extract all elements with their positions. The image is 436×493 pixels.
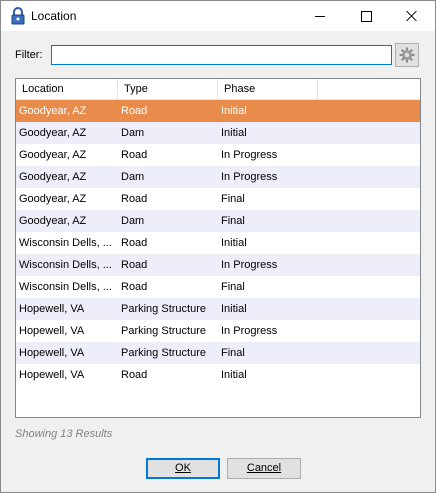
- cell-phase: Final: [221, 193, 245, 205]
- table-row[interactable]: Hopewell, VA Road Initial: [16, 364, 420, 386]
- table-row[interactable]: Goodyear, AZ Road Initial: [16, 100, 420, 122]
- cell-location: Goodyear, AZ: [19, 193, 87, 205]
- cell-type: Road: [121, 369, 148, 381]
- table-row[interactable]: Goodyear, AZ Road In Progress: [16, 144, 420, 166]
- title-bar: Location: [1, 1, 435, 31]
- ok-label: OK: [175, 462, 191, 474]
- cell-type: Parking Structure: [121, 325, 206, 337]
- location-list[interactable]: Location Type Phase Goodyear, AZ Road In…: [15, 78, 421, 418]
- cell-phase: Initial: [221, 303, 247, 315]
- cell-location: Goodyear, AZ: [19, 127, 87, 139]
- close-button[interactable]: [389, 1, 435, 31]
- cell-phase: Final: [221, 215, 245, 227]
- cell-type: Parking Structure: [121, 347, 206, 359]
- cell-location: Goodyear, AZ: [19, 149, 87, 161]
- cell-location: Hopewell, VA: [19, 369, 85, 381]
- cell-type: Road: [121, 237, 148, 249]
- location-dialog: Location Filter: Location Type Phase Goo…: [0, 0, 436, 493]
- cell-location: Goodyear, AZ: [19, 105, 87, 117]
- filter-input[interactable]: [51, 45, 392, 65]
- results-count: Showing 13 Results: [15, 428, 113, 440]
- cell-location: Wisconsin Dells, ...: [19, 259, 112, 271]
- cell-location: Hopewell, VA: [19, 325, 85, 337]
- cell-phase: Initial: [221, 237, 247, 249]
- window-title: Location: [31, 9, 77, 23]
- cell-type: Road: [121, 193, 148, 205]
- close-icon: [406, 10, 418, 22]
- gear-icon: [399, 47, 415, 63]
- cell-phase: Initial: [221, 127, 247, 139]
- table-row[interactable]: Wisconsin Dells, ... Road Final: [16, 276, 420, 298]
- maximize-icon: [360, 10, 372, 22]
- cell-type: Dam: [121, 171, 145, 183]
- cell-location: Wisconsin Dells, ...: [19, 281, 112, 293]
- table-row[interactable]: Goodyear, AZ Dam Initial: [16, 122, 420, 144]
- lock-icon: [11, 7, 25, 25]
- filter-label: Filter:: [15, 49, 43, 61]
- cell-phase: In Progress: [221, 149, 278, 161]
- cell-phase: Final: [221, 281, 245, 293]
- list-header: Location Type Phase: [16, 79, 420, 100]
- ok-button[interactable]: OK: [146, 458, 220, 479]
- table-row[interactable]: Hopewell, VA Parking Structure In Progre…: [16, 320, 420, 342]
- cell-phase: Initial: [221, 369, 247, 381]
- cancel-button[interactable]: Cancel: [227, 458, 301, 479]
- column-header-phase[interactable]: Phase: [218, 79, 318, 99]
- cell-location: Goodyear, AZ: [19, 171, 87, 183]
- table-row[interactable]: Goodyear, AZ Dam In Progress: [16, 166, 420, 188]
- table-row[interactable]: Hopewell, VA Parking Structure Initial: [16, 298, 420, 320]
- minimize-button[interactable]: [297, 1, 343, 31]
- minimize-icon: [315, 15, 325, 17]
- cell-location: Goodyear, AZ: [19, 215, 87, 227]
- cell-type: Dam: [121, 215, 145, 227]
- list-rows: Goodyear, AZ Road Initial Goodyear, AZ D…: [16, 100, 420, 386]
- cell-type: Road: [121, 105, 148, 117]
- cell-type: Parking Structure: [121, 303, 206, 315]
- column-header-location[interactable]: Location: [16, 79, 118, 99]
- cancel-label: Cancel: [246, 462, 282, 474]
- cell-location: Hopewell, VA: [19, 303, 85, 315]
- cell-phase: In Progress: [221, 171, 278, 183]
- cell-type: Road: [121, 281, 148, 293]
- maximize-button[interactable]: [343, 1, 389, 31]
- cell-phase: In Progress: [221, 259, 278, 271]
- filter-settings-button[interactable]: [395, 43, 419, 67]
- cell-type: Road: [121, 149, 148, 161]
- table-row[interactable]: Goodyear, AZ Road Final: [16, 188, 420, 210]
- cell-phase: Final: [221, 347, 245, 359]
- table-row[interactable]: Wisconsin Dells, ... Road Initial: [16, 232, 420, 254]
- cell-phase: In Progress: [221, 325, 278, 337]
- cell-phase: Initial: [221, 105, 247, 117]
- cell-type: Road: [121, 259, 148, 271]
- cell-location: Hopewell, VA: [19, 347, 85, 359]
- cell-type: Dam: [121, 127, 145, 139]
- cell-location: Wisconsin Dells, ...: [19, 237, 112, 249]
- table-row[interactable]: Goodyear, AZ Dam Final: [16, 210, 420, 232]
- column-header-type[interactable]: Type: [118, 79, 218, 99]
- table-row[interactable]: Wisconsin Dells, ... Road In Progress: [16, 254, 420, 276]
- table-row[interactable]: Hopewell, VA Parking Structure Final: [16, 342, 420, 364]
